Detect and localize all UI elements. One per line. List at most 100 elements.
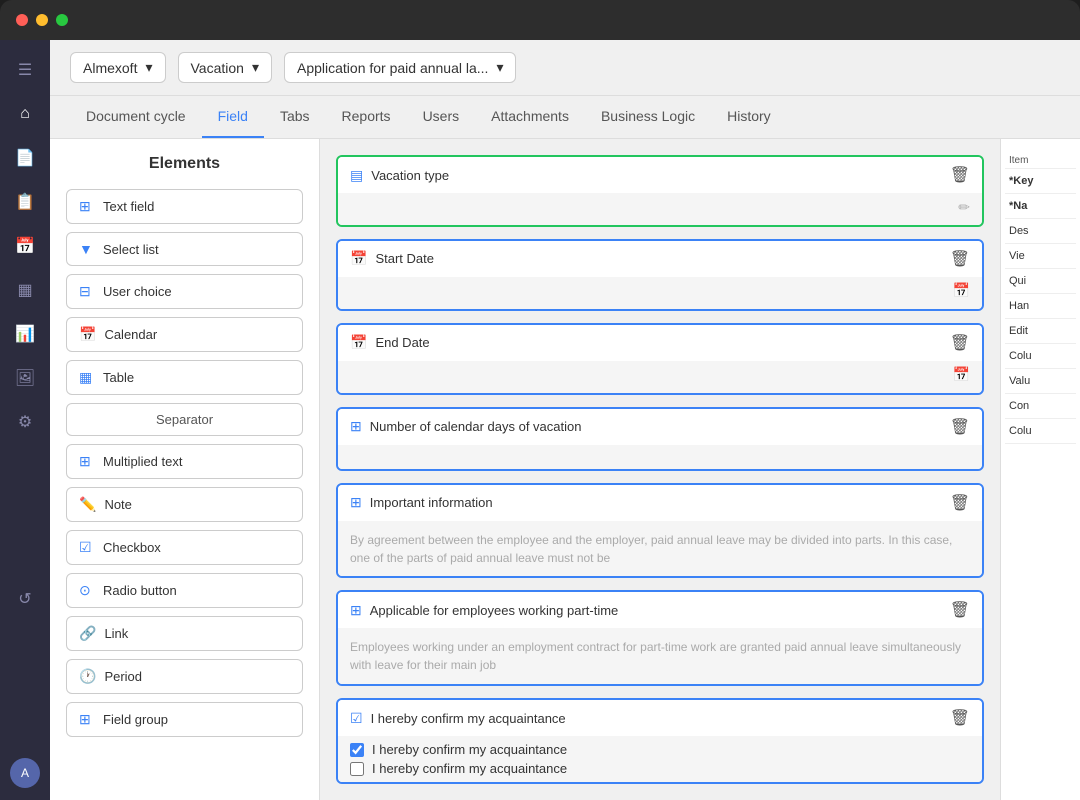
close-button[interactable] <box>16 14 28 26</box>
topbar: Almexoft ▾ Vacation ▾ Application for pa… <box>50 40 1080 96</box>
avatar[interactable]: A <box>10 758 40 788</box>
elements-sidebar: Elements ⊞ Text field ▼ Select list ⊟ Us… <box>50 139 320 800</box>
link-icon: 🔗 <box>79 625 96 642</box>
sidebar-nav-settings[interactable]: ⚙ <box>7 404 43 440</box>
important-info-label: Important information <box>370 495 493 510</box>
tab-reports[interactable]: Reports <box>326 96 407 138</box>
module-dropdown[interactable]: Vacation ▾ <box>178 52 272 83</box>
element-separator[interactable]: Separator <box>66 403 303 436</box>
element-checkbox[interactable]: ☑ Checkbox <box>66 530 303 565</box>
element-multiplied-text[interactable]: ⊞ Multiplied text <box>66 444 303 479</box>
user-choice-icon: ⊟ <box>79 283 95 300</box>
start-date-body: 📅 <box>338 277 982 309</box>
calendar-days-field-icon: ⊞ <box>350 418 362 435</box>
sidebar-nav-refresh[interactable]: ↺ <box>7 581 43 617</box>
element-link[interactable]: 🔗 Link <box>66 616 303 651</box>
prop-item-column[interactable]: Colu <box>1005 344 1076 369</box>
field-applicable-part-time-header: ⊞ Applicable for employees working part-… <box>338 592 982 628</box>
confirm-acquaintance-checkbox-checked[interactable] <box>350 743 364 757</box>
start-date-label: Start Date <box>375 251 434 266</box>
sidebar-nav-chart[interactable]: 📊 <box>7 316 43 352</box>
elements-title: Elements <box>66 155 303 173</box>
sidebar-nav-menu[interactable]: ☰ <box>7 52 43 88</box>
field-important-info-header: ⊞ Important information 🗑 <box>338 485 982 521</box>
confirm-acquaintance-checked-row: I hereby confirm my acquaintance <box>350 742 567 757</box>
element-text-field[interactable]: ⊞ Text field <box>66 189 303 224</box>
start-date-delete-button[interactable]: 🗑 <box>950 249 970 269</box>
element-table[interactable]: ▦ Table <box>66 360 303 395</box>
checkbox-icon: ☑ <box>79 539 95 556</box>
end-date-calendar-icon: 📅 <box>953 366 970 383</box>
element-radio-button[interactable]: ⊙ Radio button <box>66 573 303 608</box>
main-panel: Elements ⊞ Text field ▼ Select list ⊟ Us… <box>50 139 1080 800</box>
confirm-acquaintance-delete-button[interactable]: 🗑 <box>950 708 970 728</box>
element-field-group[interactable]: ⊞ Field group <box>66 702 303 737</box>
applicable-part-time-delete-button[interactable]: 🗑 <box>950 600 970 620</box>
prop-item-key[interactable]: *Key <box>1005 169 1076 194</box>
company-dropdown[interactable]: Almexoft ▾ <box>70 52 166 83</box>
minimize-button[interactable] <box>36 14 48 26</box>
important-info-body: By agreement between the employee and th… <box>338 521 982 577</box>
field-applicable-part-time: ⊞ Applicable for employees working part-… <box>336 590 984 686</box>
prop-item-description[interactable]: Des <box>1005 219 1076 244</box>
main-content: Almexoft ▾ Vacation ▾ Application for pa… <box>50 40 1080 800</box>
field-group-icon: ⊞ <box>79 711 95 728</box>
end-date-delete-button[interactable]: 🗑 <box>950 333 970 353</box>
important-info-text: By agreement between the employee and th… <box>350 527 970 571</box>
prop-item-value[interactable]: Valu <box>1005 369 1076 394</box>
start-date-calendar-icon: 📅 <box>953 282 970 299</box>
tab-attachments[interactable]: Attachments <box>475 96 585 138</box>
sidebar-nav-image[interactable]: 🖼 <box>7 360 43 396</box>
radio-button-icon: ⊙ <box>79 582 95 599</box>
sidebar-nav-home[interactable]: ⌂ <box>7 96 43 132</box>
applicable-part-time-field-icon: ⊞ <box>350 602 362 619</box>
sidebar-nav-documents[interactable]: 📄 <box>7 140 43 176</box>
field-start-date-header: 📅 Start Date 🗑 <box>338 241 982 277</box>
confirm-acquaintance-body: I hereby confirm my acquaintance I hereb… <box>338 736 982 782</box>
document-dropdown[interactable]: Application for paid annual la... ▾ <box>284 52 517 83</box>
tab-document-cycle[interactable]: Document cycle <box>70 96 202 138</box>
prop-item-edit[interactable]: Edit <box>1005 319 1076 344</box>
end-date-body: 📅 <box>338 361 982 393</box>
important-info-delete-button[interactable]: 🗑 <box>950 493 970 513</box>
tab-field[interactable]: Field <box>202 96 264 138</box>
sidebar-nav-table[interactable]: ▦ <box>7 272 43 308</box>
tab-history[interactable]: History <box>711 96 787 138</box>
element-period[interactable]: 🕐 Period <box>66 659 303 694</box>
vacation-type-body: ✏ <box>338 193 982 225</box>
prop-item-column2[interactable]: Colu <box>1005 419 1076 444</box>
prop-item-view[interactable]: Vie <box>1005 244 1076 269</box>
element-calendar[interactable]: 📅 Calendar <box>66 317 303 352</box>
element-user-choice[interactable]: ⊟ User choice <box>66 274 303 309</box>
maximize-button[interactable] <box>56 14 68 26</box>
tab-tabs[interactable]: Tabs <box>264 96 326 138</box>
element-note[interactable]: ✏️ Note <box>66 487 303 522</box>
tab-users[interactable]: Users <box>407 96 476 138</box>
prop-item-condition[interactable]: Con <box>1005 394 1076 419</box>
prop-item-handle[interactable]: Han <box>1005 294 1076 319</box>
applicable-part-time-label: Applicable for employees working part-ti… <box>370 603 619 618</box>
prop-item-quick[interactable]: Qui <box>1005 269 1076 294</box>
sidebar-nav-calendar[interactable]: 📅 <box>7 228 43 264</box>
vacation-type-field-icon: ▤ <box>350 167 363 184</box>
confirm-acquaintance-checkbox-unchecked[interactable] <box>350 762 364 776</box>
prop-item-name[interactable]: *Na <box>1005 194 1076 219</box>
confirm-acquaintance-label: I hereby confirm my acquaintance <box>371 711 566 726</box>
vacation-type-edit-icon: ✏ <box>958 199 970 216</box>
end-date-field-icon: 📅 <box>350 334 367 351</box>
sidebar-nav-clipboard[interactable]: 📋 <box>7 184 43 220</box>
select-list-icon: ▼ <box>79 241 95 257</box>
field-start-date: 📅 Start Date 🗑 📅 <box>336 239 984 311</box>
calendar-days-delete-button[interactable]: 🗑 <box>950 417 970 437</box>
tab-business-logic[interactable]: Business Logic <box>585 96 711 138</box>
vacation-type-delete-button[interactable]: 🗑 <box>950 165 970 185</box>
important-info-field-icon: ⊞ <box>350 494 362 511</box>
calendar-days-body <box>338 445 982 469</box>
tabs-bar: Document cycle Field Tabs Reports Users … <box>50 96 1080 139</box>
end-date-label: End Date <box>375 335 429 350</box>
text-field-icon: ⊞ <box>79 198 95 215</box>
field-end-date: 📅 End Date 🗑 📅 <box>336 323 984 395</box>
app-layout: ☰ ⌂ 📄 📋 📅 ▦ 📊 🖼 ⚙ ↺ A Almexoft ▾ Vacatio… <box>0 40 1080 800</box>
prop-item-label: Item <box>1005 147 1076 169</box>
element-select-list[interactable]: ▼ Select list <box>66 232 303 266</box>
